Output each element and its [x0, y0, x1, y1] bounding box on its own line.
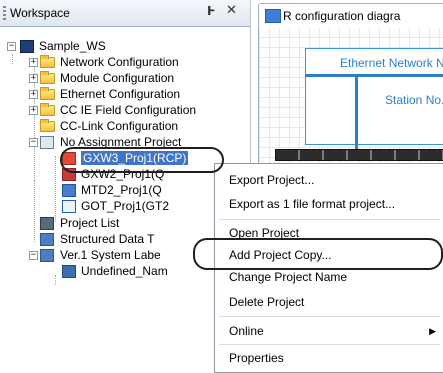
- menu-item-add-project-copy[interactable]: Add Project Copy...: [215, 244, 443, 266]
- menu-label: Export Project...: [229, 173, 315, 187]
- tree-label: CC-Link Configuration: [60, 119, 179, 133]
- tab-label: R configuration diagra: [283, 9, 401, 23]
- project-folder-icon: [40, 136, 54, 149]
- workspace-title: Workspace: [10, 6, 70, 20]
- menu-item-open-project[interactable]: Open Project: [215, 222, 443, 244]
- tree-item-cc-link-configuration[interactable]: CC-Link Configuration: [0, 119, 240, 133]
- expand-icon[interactable]: +: [29, 74, 38, 83]
- tree-label: Network Configuration: [60, 55, 179, 69]
- tree-label: No Assignment Project: [60, 135, 182, 149]
- menu-item-online[interactable]: Online ▶: [215, 320, 443, 342]
- tree-label: Ver.1 System Labe: [60, 248, 161, 262]
- close-icon[interactable]: ✕: [226, 3, 237, 18]
- system-label-icon: [40, 249, 54, 262]
- menu-separator: [219, 219, 440, 220]
- station-number-label: Station No.: [385, 93, 443, 107]
- grip-icon[interactable]: [3, 6, 6, 20]
- tree-item-got-proj1[interactable]: GOT_Proj1(GT2: [0, 199, 240, 213]
- context-menu: Export Project... Export as 1 file forma…: [214, 163, 443, 373]
- menu-label: Change Project Name: [229, 270, 348, 284]
- station-module-strip[interactable]: [275, 149, 443, 161]
- tree-item-module-configuration[interactable]: + Module Configuration: [0, 71, 240, 85]
- tree-label: MTD2_Proj1(Q: [81, 183, 162, 197]
- menu-item-export-1-file[interactable]: Export as 1 file format project...: [215, 193, 443, 215]
- menu-label: Delete Project: [229, 295, 305, 309]
- tab-r-configuration-diagram[interactable]: R configuration diagra: [258, 3, 443, 28]
- network-line: [305, 74, 443, 77]
- gxw3-project-icon: [62, 152, 76, 165]
- expand-icon[interactable]: +: [29, 58, 38, 67]
- tree-label: Project List: [60, 216, 120, 230]
- network-drop-line: [355, 74, 358, 149]
- tree-item-root[interactable]: − Sample_WS: [0, 39, 240, 53]
- menu-label: Export as 1 file format project...: [229, 197, 396, 211]
- menu-item-export-project[interactable]: Export Project...: [215, 169, 443, 191]
- tree-item-ethernet-configuration[interactable]: + Ethernet Configuration: [0, 87, 240, 101]
- workspace-icon: [20, 40, 34, 53]
- folder-icon: [40, 103, 55, 116]
- tree-label: GOT_Proj1(GT2: [81, 199, 170, 213]
- project-list-icon: [40, 217, 54, 230]
- tree-item-network-configuration[interactable]: + Network Configuration: [0, 55, 240, 69]
- tree-label: Ethernet Configuration: [60, 87, 181, 101]
- menu-label: Online: [229, 324, 264, 338]
- tree-item-mtd2-proj1[interactable]: MTD2_Proj1(Q: [0, 183, 240, 197]
- workspace-header: Workspace Ͱ ✕: [0, 0, 250, 27]
- pin-icon[interactable]: Ͱ: [207, 4, 215, 18]
- folder-icon: [40, 119, 55, 132]
- menu-label: Properties: [229, 351, 284, 365]
- menu-label: Add Project Copy...: [229, 248, 332, 262]
- tree-label: Structured Data T: [60, 232, 155, 246]
- structured-data-icon: [40, 233, 54, 246]
- menu-separator: [219, 344, 440, 345]
- tree-label: GXW3_Proj1(RCP): [81, 151, 189, 165]
- submenu-arrow-icon: ▶: [429, 326, 436, 336]
- folder-icon: [40, 71, 55, 84]
- menu-item-delete-project[interactable]: Delete Project: [215, 291, 443, 313]
- menu-separator: [219, 316, 440, 317]
- tree-label: Module Configuration: [60, 71, 175, 85]
- menu-label: Open Project: [229, 226, 300, 240]
- collapse-icon[interactable]: −: [7, 42, 16, 51]
- diagram-icon: [265, 9, 281, 23]
- collapse-icon[interactable]: −: [29, 138, 38, 147]
- tree-label: Sample_WS: [39, 39, 106, 53]
- tree-label: Undefined_Nam: [81, 264, 168, 278]
- tree-item-no-assignment-project[interactable]: − No Assignment Project: [0, 135, 240, 149]
- menu-item-properties[interactable]: Properties: [215, 347, 443, 369]
- tree-label: CC IE Field Configuration: [60, 103, 197, 117]
- tree-item-gxw3-proj1[interactable]: GXW3_Proj1(RCP): [0, 151, 240, 165]
- tree-item-ver1-system-labels[interactable]: − Ver.1 System Labe: [0, 248, 240, 262]
- expand-icon[interactable]: +: [29, 106, 38, 115]
- gxw2-project-icon: [62, 168, 76, 181]
- tree-label: GXW2_Proj1(Q: [81, 167, 165, 181]
- tree-item-undefined-name[interactable]: Undefined_Nam: [0, 264, 240, 278]
- expand-icon[interactable]: +: [29, 90, 38, 99]
- folder-icon: [40, 55, 55, 68]
- collapse-icon[interactable]: −: [29, 251, 38, 260]
- label-icon: [62, 265, 76, 278]
- menu-item-change-project-name[interactable]: Change Project Name: [215, 266, 443, 288]
- tree-item-cc-ie-field-configuration[interactable]: + CC IE Field Configuration: [0, 103, 240, 117]
- mtd2-project-icon: [62, 184, 76, 197]
- ethernet-network-label: Ethernet Network N: [340, 56, 443, 70]
- tree-item-project-list[interactable]: Project List: [0, 216, 240, 230]
- tree-item-gxw2-proj1[interactable]: GXW2_Proj1(Q: [0, 167, 240, 181]
- folder-icon: [40, 87, 55, 100]
- tree-item-structured-data-types[interactable]: Structured Data T: [0, 232, 240, 246]
- got-project-icon: [62, 200, 76, 213]
